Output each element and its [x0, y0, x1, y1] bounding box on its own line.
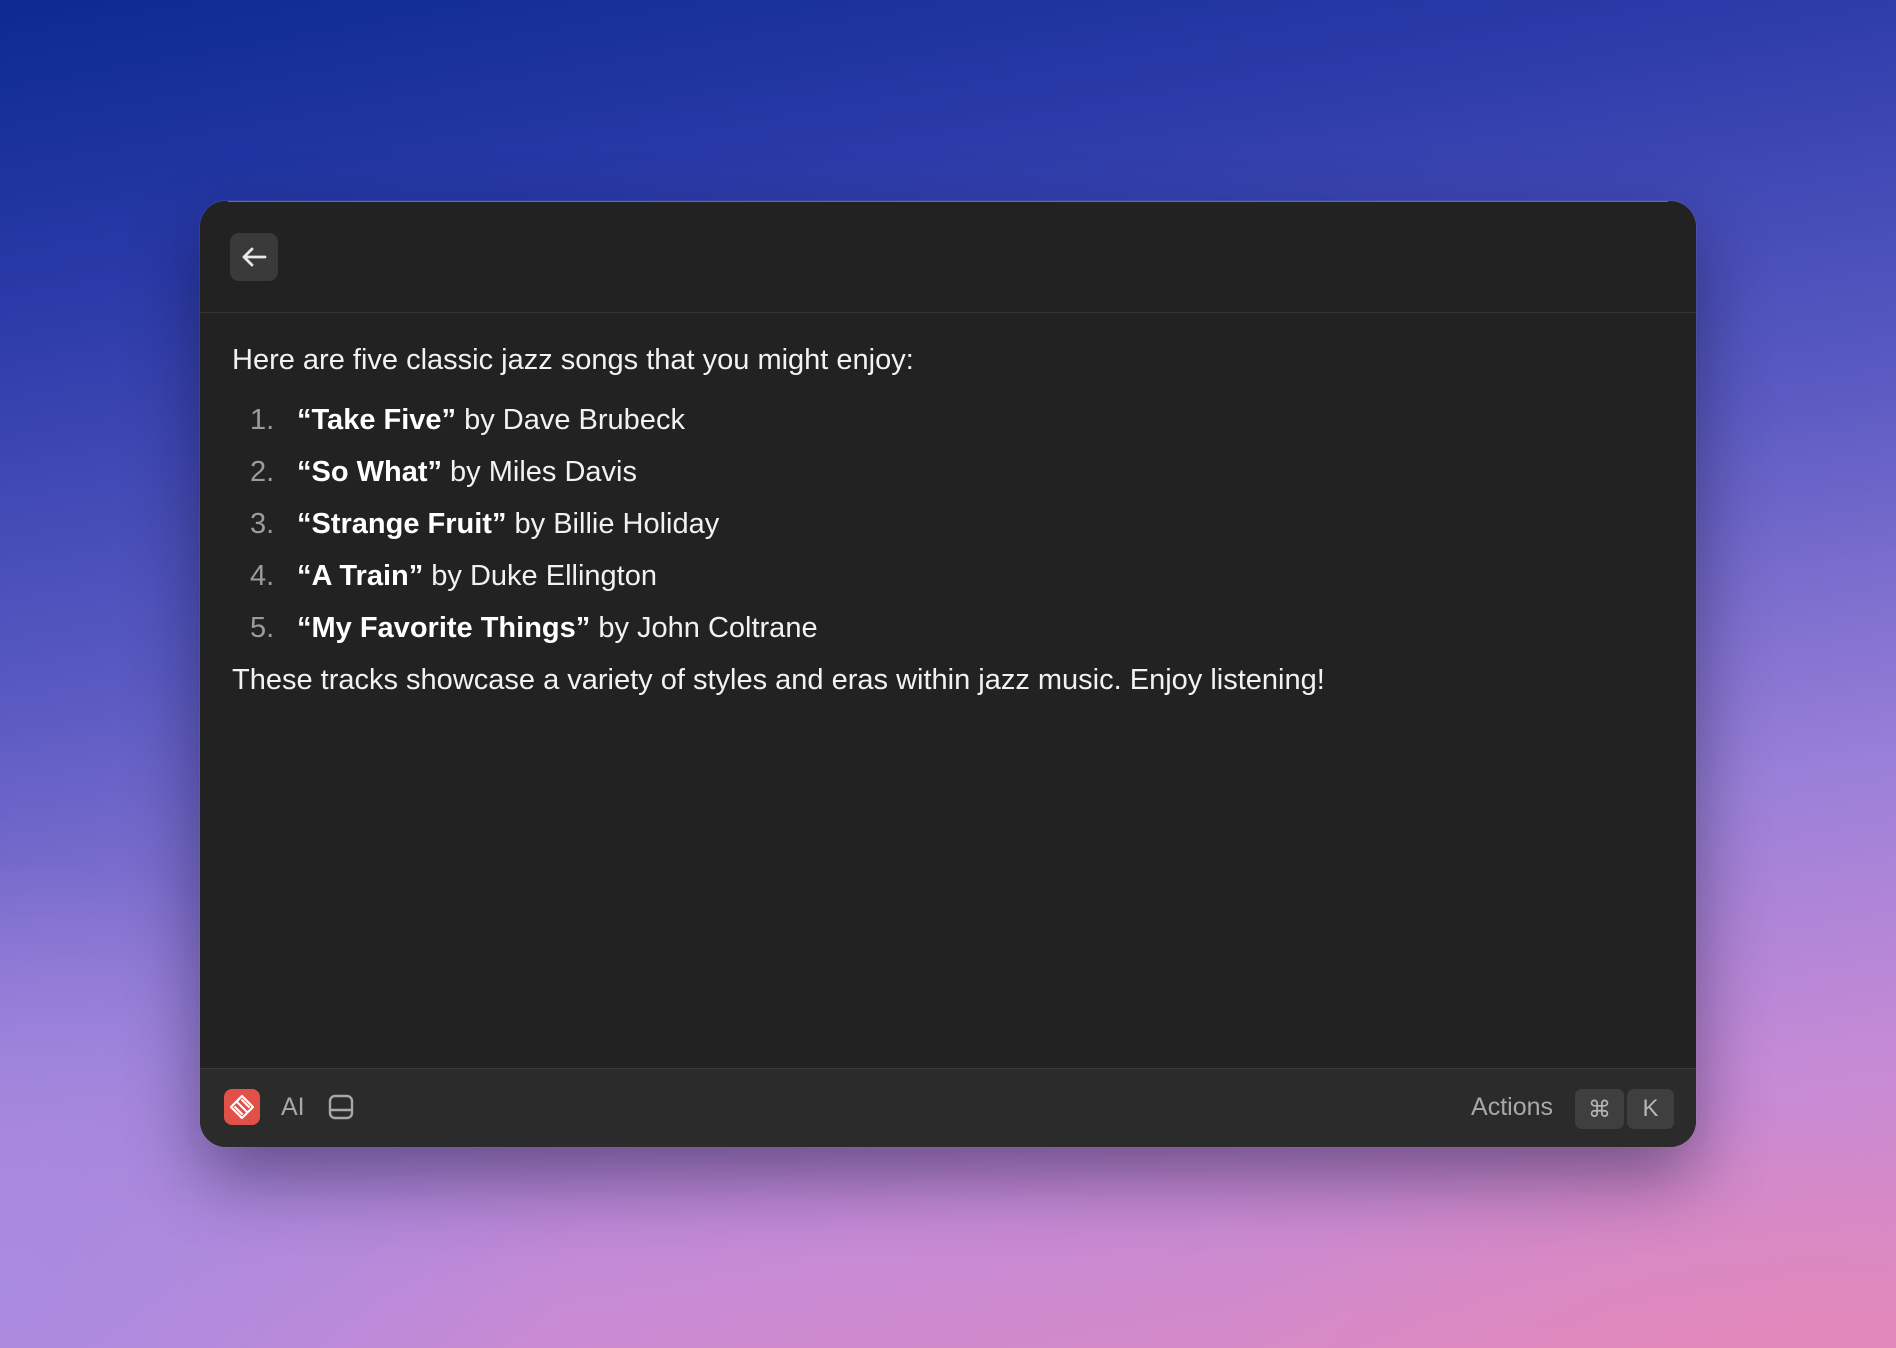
back-button[interactable] [230, 233, 278, 281]
list-number: 5. [250, 612, 275, 644]
artist-name: Miles Davis [488, 456, 637, 488]
list-item: 4. “A Train” by Duke Ellington [232, 558, 1664, 594]
ai-label: AI [281, 1093, 305, 1121]
artist-name: Billie Holiday [553, 508, 720, 540]
artist-name: John Coltrane [637, 612, 818, 644]
actions-button[interactable]: Actions [1471, 1091, 1553, 1123]
song-list: 1. “Take Five” by Dave Brubeck 2. “So Wh… [232, 402, 1664, 646]
window-header [200, 201, 1696, 313]
response-outro: These tracks showcase a variety of style… [232, 664, 1325, 696]
k-key-badge: K [1627, 1089, 1674, 1129]
panel-icon[interactable] [326, 1092, 356, 1122]
by-text: by [442, 456, 489, 488]
song-title: “So What” [297, 456, 442, 488]
action-bar: AI Actions ⌘ K [200, 1068, 1696, 1147]
command-key-badge: ⌘ [1575, 1089, 1624, 1129]
list-item: 5. “My Favorite Things” by John Coltrane [232, 610, 1664, 646]
list-number: 3. [250, 508, 275, 540]
by-text: by [456, 404, 503, 436]
song-title: “A Train” [297, 560, 424, 592]
artist-name: Dave Brubeck [502, 404, 685, 436]
list-number: 4. [250, 560, 275, 592]
list-number: 2. [250, 456, 275, 488]
list-item: 2. “So What” by Miles Davis [232, 454, 1664, 490]
list-item: 1. “Take Five” by Dave Brubeck [232, 402, 1664, 438]
response-intro: Here are five classic jazz songs that yo… [232, 344, 914, 376]
raycast-logo-icon [229, 1094, 255, 1120]
by-text: by [590, 612, 638, 644]
arrow-left-icon [242, 247, 267, 267]
song-title: “Take Five” [297, 404, 457, 436]
ai-chat-window: Here are five classic jazz songs that yo… [200, 201, 1696, 1147]
song-title: “Strange Fruit” [297, 508, 507, 540]
song-title: “My Favorite Things” [297, 612, 591, 644]
list-item: 3. “Strange Fruit” by Billie Holiday [232, 506, 1664, 542]
panel-toggle-icon [328, 1094, 354, 1120]
artist-name: Duke Ellington [469, 560, 657, 592]
by-text: by [506, 508, 554, 540]
list-number: 1. [250, 404, 275, 436]
raycast-icon[interactable] [224, 1089, 260, 1125]
response-content: Here are five classic jazz songs that yo… [232, 313, 1664, 698]
by-text: by [423, 560, 470, 592]
